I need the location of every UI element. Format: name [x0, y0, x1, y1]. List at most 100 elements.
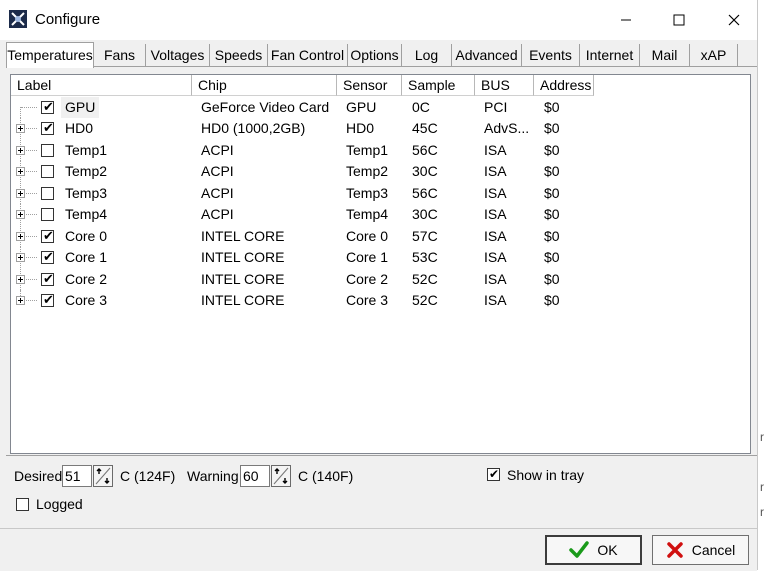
close-icon — [728, 14, 740, 26]
tab-advanced[interactable]: Advanced — [452, 44, 522, 66]
row-checkbox[interactable] — [41, 208, 54, 221]
header-sensor[interactable]: Sensor — [337, 75, 402, 96]
tab-options[interactable]: Options — [348, 44, 402, 66]
row-checkbox[interactable]: ✔ — [41, 99, 54, 114]
ok-label: OK — [597, 542, 618, 558]
checkmark-icon: ✔ — [43, 99, 54, 114]
expand-icon[interactable] — [16, 296, 25, 305]
row-label: Core 1 — [65, 249, 108, 265]
header-sample[interactable]: Sample — [402, 75, 475, 96]
row-bus: ISA — [484, 163, 507, 179]
row-sample: 0C — [412, 99, 430, 115]
expand-icon[interactable] — [16, 146, 25, 155]
table-row[interactable]: ✔ Core 2 INTEL CORE Core 2 52C ISA $0 — [11, 269, 748, 290]
table-row[interactable]: ✔ Core 3 INTEL CORE Core 3 52C ISA $0 — [11, 290, 748, 311]
tree-connector — [26, 214, 37, 216]
expand-icon[interactable] — [16, 167, 25, 176]
expand-icon[interactable] — [16, 275, 25, 284]
tab-mail[interactable]: Mail — [640, 44, 690, 66]
show-in-tray-checkbox[interactable]: ✔ — [487, 467, 500, 481]
expand-icon[interactable] — [16, 189, 25, 198]
red-x-icon — [666, 541, 684, 559]
expand-icon[interactable] — [16, 253, 25, 262]
row-checkbox[interactable]: ✔ — [41, 271, 54, 286]
row-sensor: Temp3 — [346, 185, 389, 201]
tab-fans[interactable]: Fans — [94, 44, 146, 66]
tab-temperatures[interactable]: Temperatures — [6, 42, 94, 68]
row-address: $0 — [544, 99, 560, 115]
warning-spinner[interactable] — [271, 465, 291, 487]
tab-xap[interactable]: xAP — [690, 44, 738, 66]
row-bus: ISA — [484, 292, 507, 308]
header-bus[interactable]: BUS — [475, 75, 534, 96]
title-bar: Configure — [0, 0, 757, 40]
table-row[interactable]: ✔ GPU GeForce Video Card GPU 0C PCI $0 — [11, 97, 748, 118]
row-checkbox[interactable] — [41, 187, 54, 200]
minimize-button[interactable] — [603, 0, 649, 40]
tree-connector — [26, 150, 37, 152]
tree-connector — [26, 236, 37, 238]
expand-icon[interactable] — [16, 124, 25, 133]
row-checkbox[interactable]: ✔ — [41, 249, 54, 264]
logged-label: Logged — [36, 496, 83, 512]
row-checkbox[interactable] — [41, 165, 54, 178]
header-address[interactable]: Address — [534, 75, 594, 96]
expand-icon[interactable] — [16, 232, 25, 241]
sensor-list[interactable]: Label Chip Sensor Sample BUS Address ✔ G… — [10, 74, 751, 454]
table-row[interactable]: Temp1 ACPI Temp1 56C ISA $0 — [11, 140, 748, 161]
header-label[interactable]: Label — [11, 75, 192, 96]
table-row[interactable]: ✔ HD0 HD0 (1000,2GB) HD0 45C AdvS... $0 — [11, 118, 748, 139]
row-label: Core 2 — [65, 271, 108, 287]
row-address: $0 — [544, 292, 560, 308]
checkmark-icon: ✔ — [489, 467, 500, 481]
row-address: $0 — [544, 142, 560, 158]
tree-connector — [26, 193, 37, 195]
row-address: $0 — [544, 185, 560, 201]
ok-button[interactable]: OK — [545, 535, 642, 565]
app-icon — [9, 10, 27, 28]
tree-connector — [26, 128, 37, 130]
row-checkbox[interactable]: ✔ — [41, 292, 54, 307]
table-row[interactable]: ✔ Core 0 INTEL CORE Core 0 57C ISA $0 — [11, 226, 748, 247]
dialog-footer: OK Cancel — [0, 528, 757, 571]
row-chip: INTEL CORE — [201, 228, 285, 244]
row-address: $0 — [544, 228, 560, 244]
row-bus: ISA — [484, 228, 507, 244]
row-sample: 52C — [412, 271, 438, 287]
tab-strip: Temperatures Fans Voltages Speeds Fan Co… — [6, 42, 751, 68]
tab-log[interactable]: Log — [402, 44, 452, 66]
table-row[interactable]: ✔ Core 1 INTEL CORE Core 1 53C ISA $0 — [11, 247, 748, 268]
warning-input[interactable]: 60 — [240, 465, 270, 487]
table-row[interactable]: Temp3 ACPI Temp3 56C ISA $0 — [11, 183, 748, 204]
background-text-fragment: r — [760, 505, 764, 519]
row-label: GPU — [61, 97, 100, 118]
tab-events[interactable]: Events — [522, 44, 580, 66]
tab-voltages[interactable]: Voltages — [146, 44, 210, 66]
expand-icon[interactable] — [16, 210, 25, 219]
checkmark-icon — [569, 541, 590, 559]
list-header: Label Chip Sensor Sample BUS Address — [11, 75, 611, 97]
close-button[interactable] — [711, 0, 757, 40]
row-sensor: Core 1 — [346, 249, 389, 265]
row-checkbox[interactable]: ✔ — [41, 120, 54, 135]
cancel-button[interactable]: Cancel — [652, 535, 749, 565]
row-sample: 52C — [412, 292, 438, 308]
table-row[interactable]: Temp2 ACPI Temp2 30C ISA $0 — [11, 161, 748, 182]
tree-connector — [26, 300, 37, 302]
table-row[interactable]: Temp4 ACPI Temp4 30C ISA $0 — [11, 204, 748, 225]
row-checkbox[interactable] — [41, 144, 54, 157]
maximize-button[interactable] — [656, 0, 702, 40]
tree-connector — [26, 279, 37, 281]
header-chip[interactable]: Chip — [192, 75, 337, 96]
desired-spinner[interactable] — [93, 465, 113, 487]
tab-internet[interactable]: Internet — [580, 44, 640, 66]
logged-checkbox[interactable] — [16, 498, 29, 511]
row-chip: ACPI — [201, 206, 234, 222]
spin-arrows-icon — [273, 467, 289, 485]
tab-speeds[interactable]: Speeds — [210, 44, 268, 66]
desired-input[interactable]: 51 — [62, 465, 92, 487]
row-sensor: Temp2 — [346, 163, 389, 179]
desired-unit: C (124F) — [120, 468, 176, 484]
row-checkbox[interactable]: ✔ — [41, 228, 54, 243]
tab-fan-control[interactable]: Fan Control — [268, 44, 348, 66]
